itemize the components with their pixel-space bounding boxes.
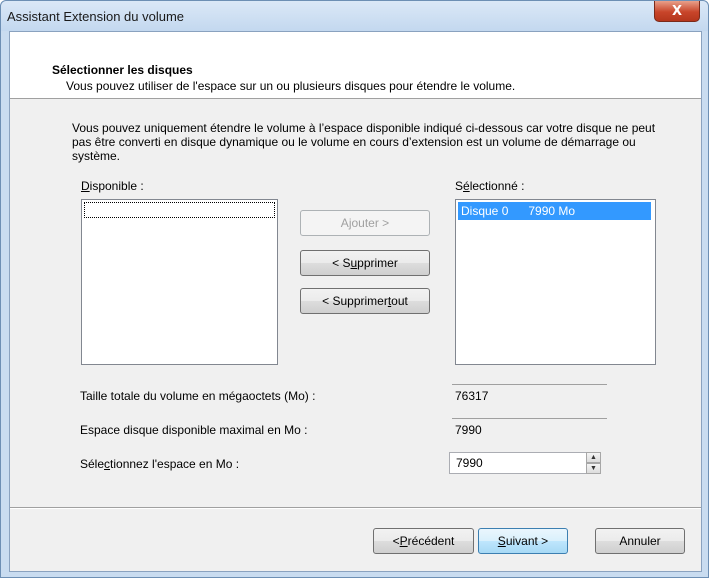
- space-spinner[interactable]: ▲ ▼: [586, 452, 601, 474]
- selected-disks-list[interactable]: Disque 0 7990 Mo: [455, 199, 656, 365]
- disk-size: 7990 Mo: [528, 204, 576, 218]
- list-item[interactable]: Disque 0 7990 Mo: [458, 202, 651, 220]
- page-title: Sélectionner les disques: [52, 63, 193, 77]
- dialog-client-area: Sélectionner les disques Vous pouvez uti…: [9, 31, 702, 572]
- wizard-window: Assistant Extension du volume X Sélectio…: [0, 0, 709, 578]
- next-button[interactable]: Suivant >: [478, 528, 568, 554]
- remove-all-button[interactable]: < Supprimer t out: [300, 288, 430, 314]
- title-bar[interactable]: Assistant Extension du volume X: [1, 1, 708, 31]
- close-button[interactable]: X: [654, 1, 700, 22]
- close-icon: X: [671, 3, 683, 19]
- max-space-value: 7990: [452, 418, 607, 438]
- selected-label: Sélectionné :: [455, 179, 525, 193]
- wizard-header: Sélectionner les disques Vous pouvez uti…: [10, 32, 701, 99]
- cancel-button[interactable]: Annuler: [595, 528, 685, 554]
- total-size-value: 76317: [452, 384, 607, 404]
- remove-button[interactable]: < Su pprimer: [300, 250, 430, 276]
- space-amount-input[interactable]: 7990: [449, 452, 594, 474]
- total-size-label: Taille totale du volume en mégaoctets (M…: [80, 389, 316, 403]
- disk-name: Disque 0: [461, 204, 509, 218]
- available-label: Disponible :: [81, 179, 144, 193]
- info-text: Vous pouvez uniquement étendre le volume…: [72, 121, 656, 163]
- back-button[interactable]: < Précédent: [373, 528, 474, 554]
- max-space-label: Espace disque disponible maximal en Mo :: [80, 423, 308, 437]
- list-focus-placeholder: [84, 202, 275, 218]
- select-space-label: Sélectionnez l'espace en Mo :: [80, 457, 240, 471]
- page-subtitle: Vous pouvez utiliser de l'espace sur un …: [66, 79, 516, 93]
- spin-up-icon[interactable]: ▲: [586, 452, 601, 463]
- spin-down-icon[interactable]: ▼: [586, 463, 601, 474]
- available-disks-list[interactable]: [81, 199, 278, 365]
- footer-separator: [10, 507, 701, 509]
- window-title: Assistant Extension du volume: [7, 9, 185, 24]
- add-button[interactable]: Aj outer >: [300, 210, 430, 236]
